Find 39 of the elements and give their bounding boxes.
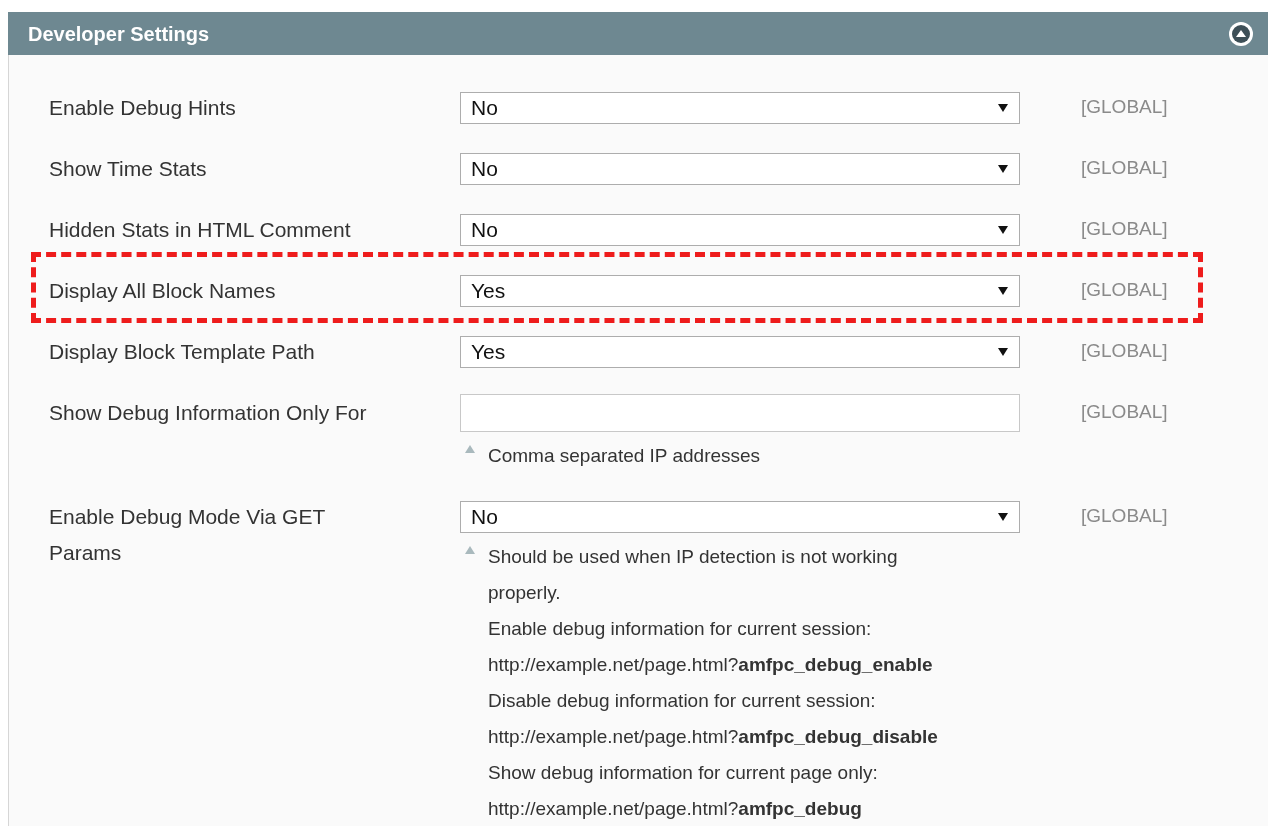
field-label: Display Block Template Path <box>49 340 315 363</box>
dropdown[interactable]: No <box>460 501 1020 533</box>
field-label: Show Time Stats <box>49 157 207 180</box>
dropdown[interactable]: No <box>460 153 1020 185</box>
triangle-icon <box>464 444 476 454</box>
note-text: Should be used when IP detection is not working properly. <box>488 545 899 605</box>
dropdown[interactable]: Yes <box>460 336 1020 368</box>
field-label: Enable Debug Hints <box>49 96 236 119</box>
note-text: http://example.net/page.html?amfpc_debug_disable <box>488 725 939 749</box>
caret-icon <box>997 347 1009 357</box>
caret-icon <box>997 103 1009 113</box>
dropdown[interactable]: No <box>460 214 1020 246</box>
note-text: http://example.net/page.html?amfpc_debug <box>488 797 863 821</box>
scope-label: [GLOBAL] <box>1081 96 1168 117</box>
collapse-icon <box>1228 20 1254 47</box>
note-text: Comma separated IP addresses <box>488 444 762 468</box>
scope-label: [GLOBAL] <box>1081 279 1168 300</box>
scope-label: [GLOBAL] <box>1081 218 1168 239</box>
caret-icon <box>997 286 1009 296</box>
note-text: Show debug information for current page only: <box>488 761 879 785</box>
caret-icon <box>997 225 1009 235</box>
scope-label: [GLOBAL] <box>1081 401 1168 422</box>
field-label: Display All Block Names <box>49 279 276 302</box>
dropdown[interactable]: Yes <box>460 275 1020 307</box>
scope-label: [GLOBAL] <box>1081 157 1168 178</box>
field-label: Hidden Stats in HTML Comment <box>49 218 351 241</box>
section-header[interactable]: Developer Settings <box>8 12 1268 55</box>
note-text: Enable debug information for current session: <box>488 617 873 641</box>
dropdown[interactable]: No <box>460 92 1020 124</box>
scope-label: [GLOBAL] <box>1081 505 1168 526</box>
input-field[interactable] <box>460 394 1020 432</box>
caret-icon <box>997 164 1009 174</box>
caret-icon <box>997 512 1009 522</box>
note-text: http://example.net/page.html?amfpc_debug_enable <box>488 653 934 677</box>
scope-label: [GLOBAL] <box>1081 340 1168 361</box>
field-label: Show Debug Information Only For <box>49 401 367 424</box>
field-label: Enable Debug Mode Via GET Params <box>49 504 326 566</box>
note-text: Disable debug information for current session: <box>488 689 877 713</box>
triangle-icon <box>464 545 476 555</box>
